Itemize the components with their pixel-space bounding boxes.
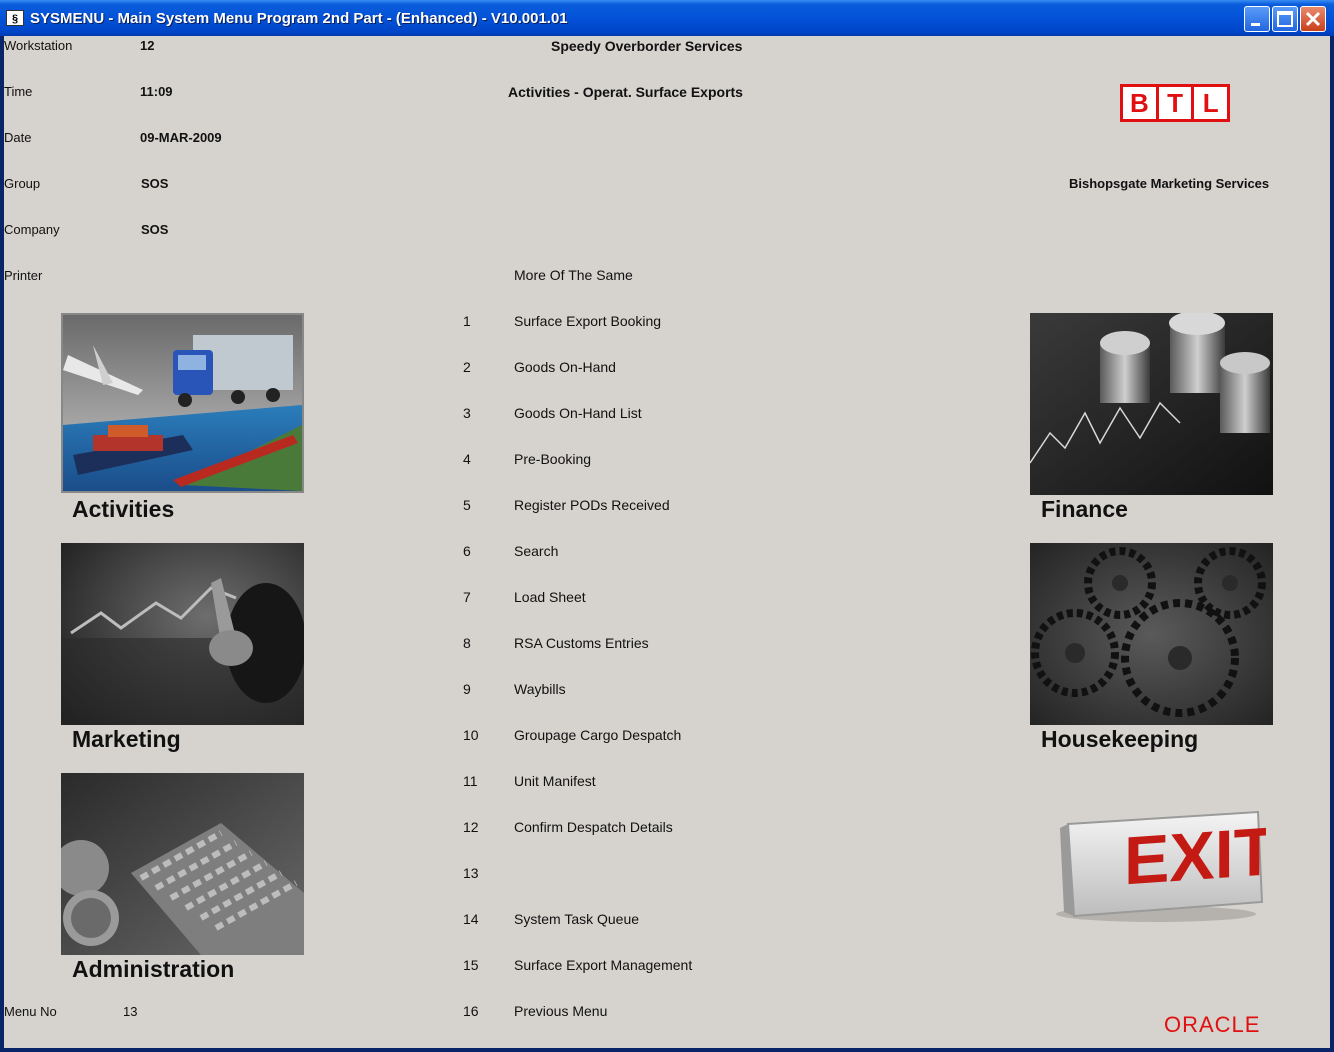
window-title: SYSMENU - Main System Menu Program 2nd P… [30,10,568,27]
minimize-icon [1251,23,1260,26]
client-area: Workstation 12 Time 11:09 Date 09-MAR-20… [4,36,1330,1048]
finance-tile[interactable] [1030,313,1273,495]
menu-item-number: 5 [463,497,471,513]
workstation-value: 12 [140,38,155,53]
menu-item-system-task-queue[interactable]: System Task Queue [514,911,639,927]
housekeeping-label[interactable]: Housekeeping [1041,726,1198,753]
menu-item-goods-on-hand-list[interactable]: Goods On-Hand List [514,405,642,421]
btl-logo-letter: T [1159,87,1195,119]
menu-item-goods-on-hand[interactable]: Goods On-Hand [514,359,616,375]
menu-item-number: 9 [463,681,471,697]
finance-label[interactable]: Finance [1041,496,1128,523]
menu-item-confirm-despatch-details[interactable]: Confirm Despatch Details [514,819,673,835]
menu-item-number: 16 [463,1003,479,1019]
menu-subtitle: Activities - Operat. Surface Exports [508,84,743,100]
menu-item-number: 6 [463,543,471,559]
app-window: § SYSMENU - Main System Menu Program 2nd… [0,0,1334,1052]
menu-item-number: 15 [463,957,479,973]
marketing-tile[interactable] [61,543,304,725]
administration-tile[interactable] [61,773,304,955]
menu-item-search[interactable]: Search [514,543,558,559]
time-value: 11:09 [140,84,173,99]
close-button[interactable] [1300,6,1326,32]
housekeeping-image [1030,543,1273,725]
company-value: SOS [141,222,169,237]
btl-logo: B T L [1120,84,1230,122]
company-label: Company [4,222,60,237]
oracle-logo: ORACLE [1164,1012,1261,1037]
menu-item-number: 14 [463,911,479,927]
menu-item-waybills[interactable]: Waybills [514,681,566,697]
menu-item-pre-booking[interactable]: Pre-Booking [514,451,591,467]
group-value: SOS [141,176,169,191]
app-window-icon[interactable]: § [6,10,24,26]
menu-item-register-pods[interactable]: Register PODs Received [514,497,670,513]
menu-item-rsa-customs-entries[interactable]: RSA Customs Entries [514,635,649,651]
menu-item-number: 3 [463,405,471,421]
finance-image [1030,313,1273,495]
time-label: Time [4,84,33,99]
menu-item-number: 8 [463,635,471,651]
menu-item-number: 2 [463,359,471,375]
menu-item-surface-export-booking[interactable]: Surface Export Booking [514,313,661,329]
menu-item-previous-menu[interactable]: Previous Menu [514,1003,607,1019]
workstation-label: Workstation [4,38,73,53]
exit-button[interactable]: EXIT [1046,806,1275,926]
menu-item-number: 10 [463,727,479,743]
menu-item-number: 13 [463,865,479,881]
menu-item-number: 4 [463,451,471,467]
printer-label: Printer [4,268,43,283]
menu-item-number: 12 [463,819,479,835]
minimize-button[interactable] [1244,6,1270,32]
maximize-button[interactable] [1272,6,1298,32]
marketing-label[interactable]: Marketing [72,726,181,753]
menu-item-unit-manifest[interactable]: Unit Manifest [514,773,596,789]
marketing-image [61,543,304,725]
activities-tile[interactable] [61,313,304,493]
close-icon [1305,11,1321,27]
menu-no-label: Menu No [4,1004,57,1019]
menu-item-number: 11 [463,773,478,789]
exit-sign-text: EXIT [1124,813,1266,899]
maximize-icon [1277,11,1293,27]
menu-item-surface-export-management[interactable]: Surface Export Management [514,957,692,973]
date-label: Date [4,130,32,145]
activities-image [63,315,302,491]
administration-label[interactable]: Administration [72,956,234,983]
btl-logo-letter: B [1123,87,1159,119]
company-name: Speedy Overborder Services [551,38,743,54]
btl-logo-letter: L [1202,87,1219,118]
group-label: Group [4,176,41,191]
menu-item-load-sheet[interactable]: Load Sheet [514,589,586,605]
housekeeping-tile[interactable] [1030,543,1273,725]
menu-item-number: 7 [463,589,471,605]
exit-sign-icon: EXIT [1056,810,1275,922]
activities-label[interactable]: Activities [72,496,174,523]
menu-no-value: 13 [123,1004,138,1019]
menu-heading: More Of The Same [514,267,633,283]
menu-item-number: 1 [463,313,471,329]
right-company-name: Bishopsgate Marketing Services [1069,176,1270,191]
menu-item-groupage-cargo-despatch[interactable]: Groupage Cargo Despatch [514,727,681,743]
title-bar[interactable]: § SYSMENU - Main System Menu Program 2nd… [0,0,1334,36]
date-value: 09-MAR-2009 [140,130,222,145]
administration-image [61,773,304,955]
